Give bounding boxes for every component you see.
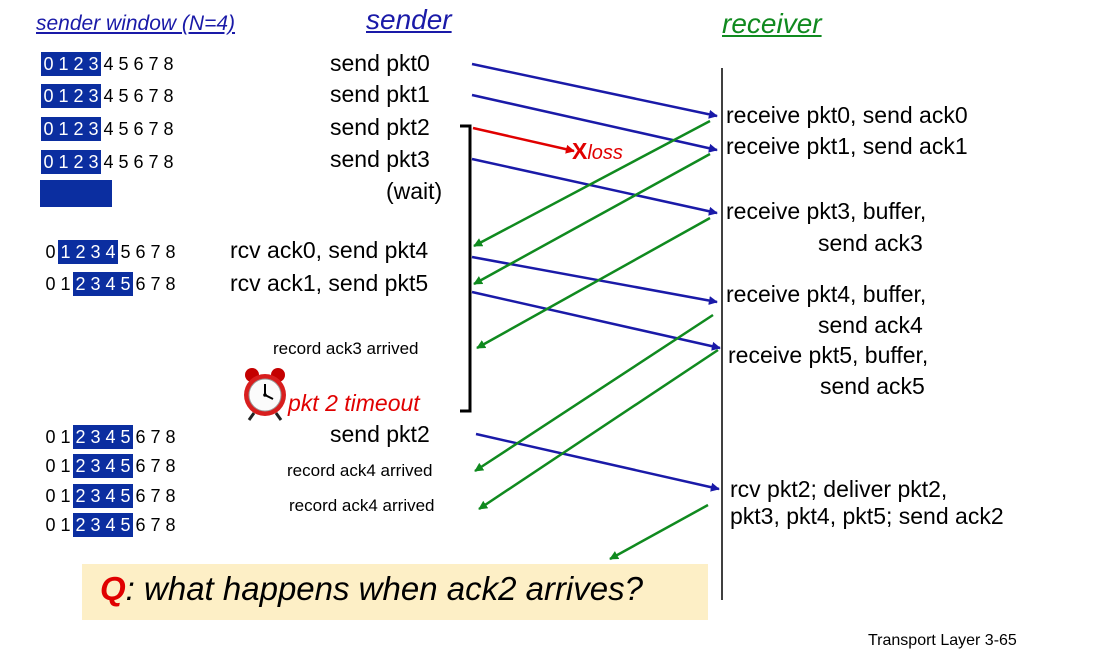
arrow-ack0 xyxy=(473,119,711,248)
arrow-pkt2-lost xyxy=(472,126,575,154)
arrow-ack1 xyxy=(473,152,711,286)
arrow-ack3 xyxy=(476,216,711,350)
arrow-pkt2-resend xyxy=(475,432,720,492)
question-q: Q xyxy=(100,570,126,607)
timer-bracket xyxy=(460,124,472,413)
alarm-clock-icon xyxy=(244,368,286,421)
arrow-ack4 xyxy=(474,313,714,473)
arrow-pkt1 xyxy=(471,93,718,153)
arrow-ack5 xyxy=(478,348,719,511)
arrow-pkt3 xyxy=(471,157,718,216)
question-text: Q: what happens when ack2 arrives? xyxy=(100,570,643,608)
arrow-pkt0 xyxy=(471,62,718,119)
arrow-pkt5 xyxy=(471,290,721,351)
footer-label: Transport Layer 3-65 xyxy=(868,632,1017,649)
arrow-ack2 xyxy=(609,503,709,561)
question-body: : what happens when ack2 arrives? xyxy=(125,570,643,607)
